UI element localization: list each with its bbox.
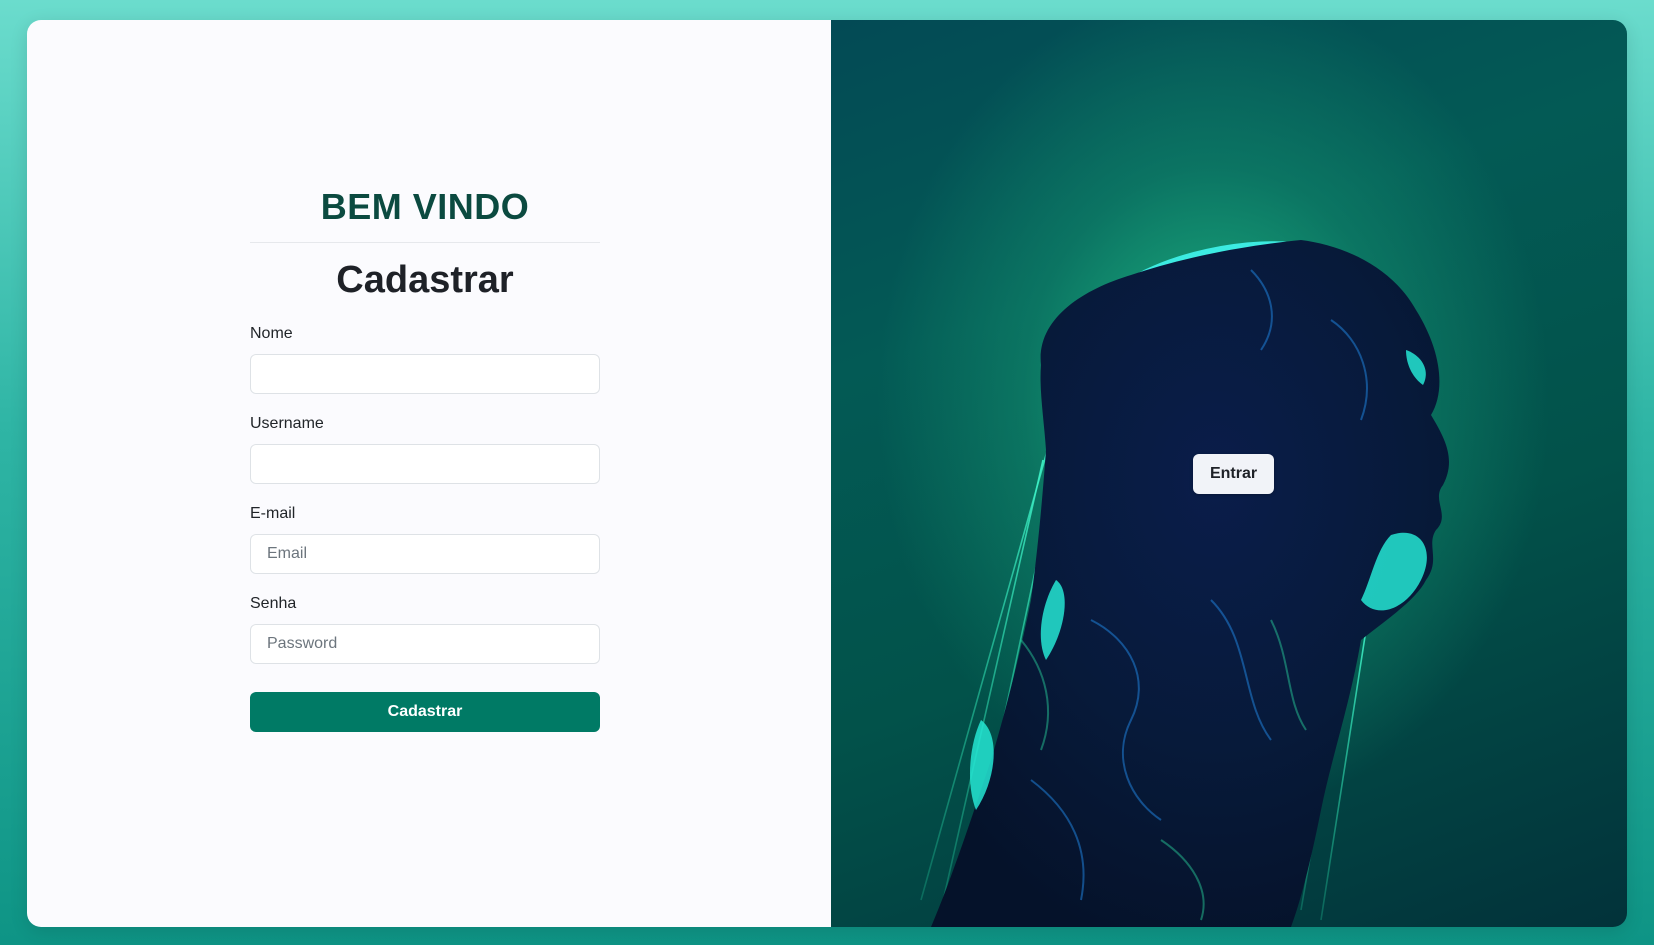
- divider: [250, 242, 600, 243]
- signup-submit-button[interactable]: Cadastrar: [250, 692, 600, 732]
- email-label: E-mail: [250, 505, 296, 522]
- name-field-group: Nome: [250, 324, 600, 394]
- welcome-heading: BEM VINDO: [320, 186, 530, 227]
- name-label: Nome: [250, 325, 293, 342]
- username-label: Username: [250, 415, 324, 432]
- password-label: Senha: [250, 595, 297, 612]
- email-field-group: E-mail: [250, 504, 600, 574]
- signup-card: BEM VINDO Cadastrar Nome Username E-mail…: [27, 20, 1627, 927]
- name-input[interactable]: [250, 354, 600, 394]
- signup-panel: BEM VINDO Cadastrar Nome Username E-mail…: [27, 20, 831, 927]
- login-button[interactable]: Entrar: [1193, 454, 1274, 494]
- signup-form: BEM VINDO Cadastrar Nome Username E-mail…: [250, 180, 600, 732]
- password-field-group: Senha: [250, 594, 600, 664]
- email-input[interactable]: [250, 534, 600, 574]
- username-field-group: Username: [250, 414, 600, 484]
- username-input[interactable]: [250, 444, 600, 484]
- form-title: Cadastrar: [336, 259, 514, 301]
- hero-panel: Entrar: [831, 20, 1627, 927]
- password-input[interactable]: [250, 624, 600, 664]
